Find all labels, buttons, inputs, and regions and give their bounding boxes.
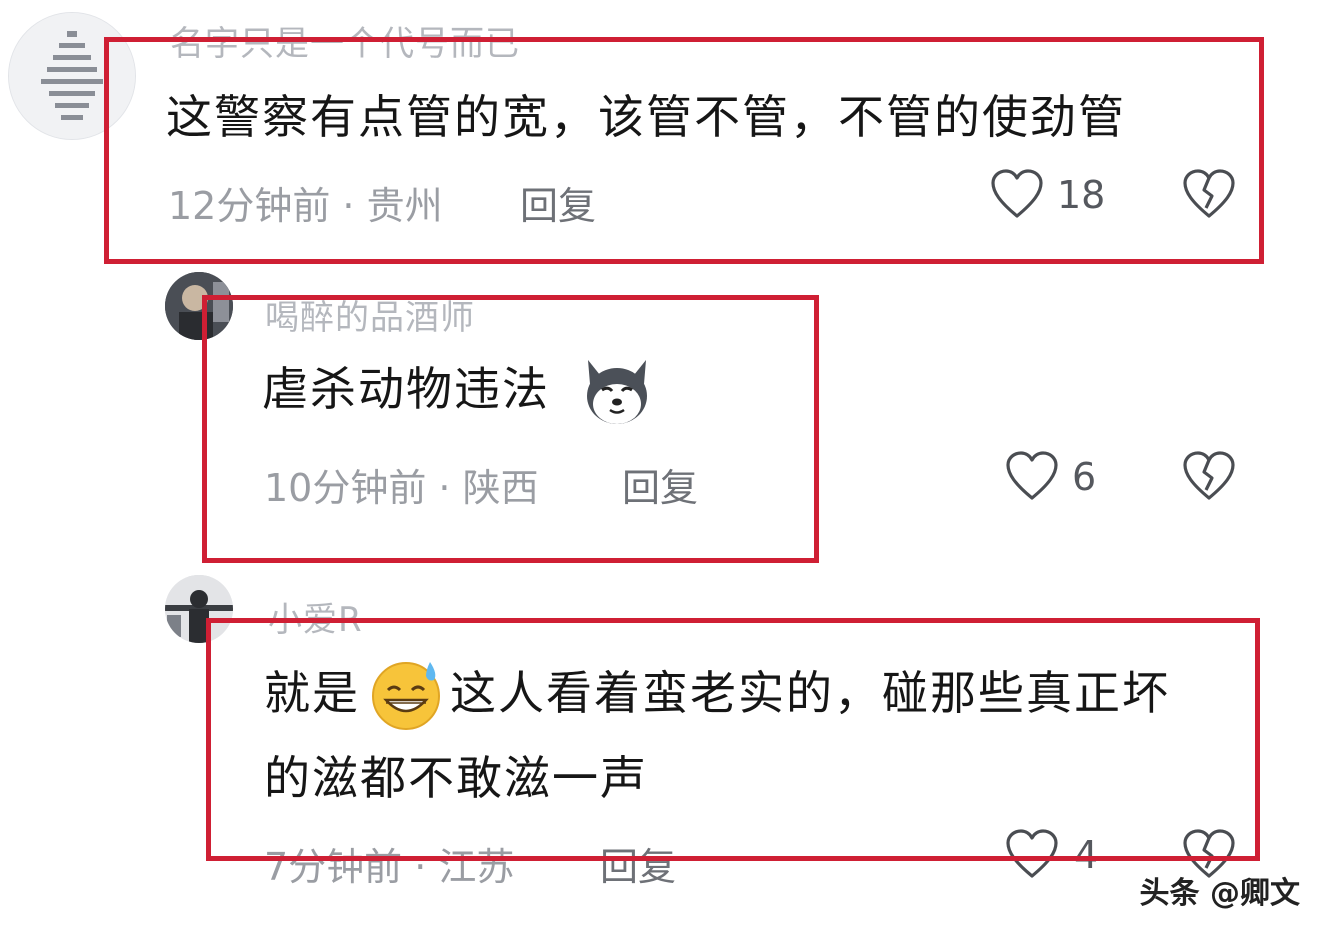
highlight-box: [104, 37, 1264, 264]
like-count: 6: [1072, 455, 1097, 499]
broken-heart-icon[interactable]: [1182, 450, 1236, 502]
heart-icon[interactable]: [1005, 450, 1059, 502]
highlight-box: [202, 295, 819, 563]
watermark: 头条 @卿文: [1139, 876, 1300, 911]
highlight-box: [206, 618, 1260, 861]
